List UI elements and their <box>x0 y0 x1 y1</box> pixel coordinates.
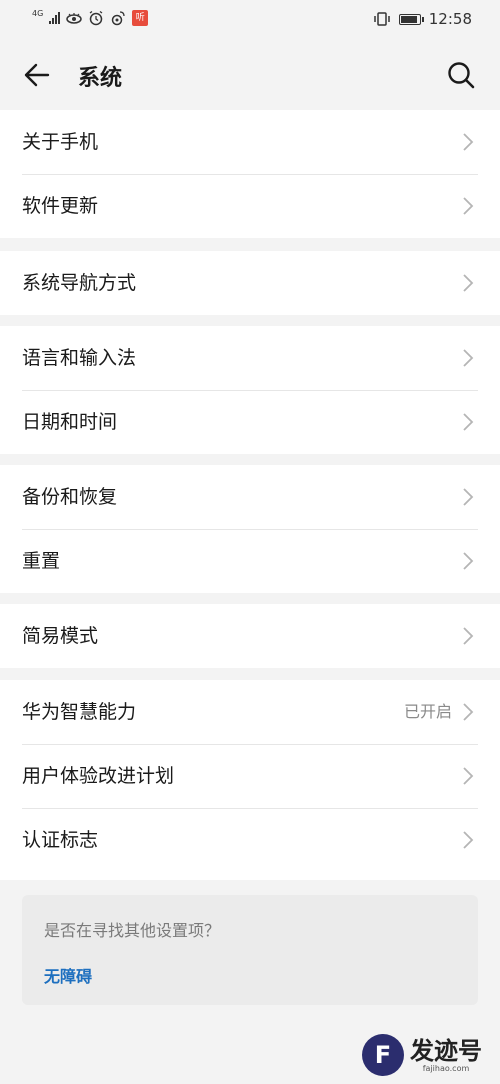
settings-item-reset[interactable]: 重置 <box>0 529 500 593</box>
settings-item-status: 已开启 <box>403 702 452 721</box>
status-bar: 4G 听 12:58 <box>0 0 500 42</box>
settings-item-label: 重置 <box>22 550 61 572</box>
chevron-right-icon <box>463 831 474 849</box>
network-type: 4G <box>32 9 44 18</box>
settings-item-backup-restore[interactable]: 备份和恢复 <box>0 465 500 529</box>
watermark-logo: F <box>362 1034 404 1076</box>
settings-item-label: 日期和时间 <box>22 411 118 433</box>
watermark-name: 发迹号 <box>410 1036 482 1065</box>
settings-item-huawei-intelligence[interactable]: 华为智慧能力 已开启 <box>0 680 500 744</box>
settings-item-label: 系统导航方式 <box>22 272 137 294</box>
settings-item-label: 备份和恢复 <box>22 486 118 508</box>
settings-group-backup: 备份和恢复 重置 <box>0 465 500 593</box>
settings-item-label: 认证标志 <box>22 829 99 851</box>
settings-item-language-input[interactable]: 语言和输入法 <box>0 326 500 390</box>
settings-item-certification[interactable]: 认证标志 <box>0 808 500 872</box>
back-arrow-icon[interactable] <box>22 60 52 90</box>
settings-item-label: 用户体验改进计划 <box>22 765 175 787</box>
chevron-right-icon <box>463 627 474 645</box>
settings-item-label: 简易模式 <box>22 625 99 647</box>
settings-group-language: 语言和输入法 日期和时间 <box>0 326 500 454</box>
suggestion-question: 是否在寻找其他设置项？ <box>44 921 221 940</box>
watermark: F 发迹号 fajihao.com <box>362 1034 482 1076</box>
chevron-right-icon <box>463 349 474 367</box>
accessibility-link[interactable]: 无障碍 <box>44 963 92 987</box>
chevron-right-icon <box>463 488 474 506</box>
watermark-domain: fajihao.com <box>422 1063 470 1073</box>
settings-item-simple-mode[interactable]: 简易模式 <box>0 604 500 668</box>
search-icon[interactable] <box>446 60 476 90</box>
chevron-right-icon <box>463 274 474 292</box>
settings-item-label: 软件更新 <box>22 195 99 217</box>
page-title: 系统 <box>78 66 123 91</box>
battery-icon <box>398 13 424 25</box>
listen-app-icon: 听 <box>132 10 149 26</box>
chevron-right-icon <box>463 552 474 570</box>
settings-item-label: 语言和输入法 <box>22 347 137 369</box>
eye-icon <box>66 13 83 24</box>
settings-item-date-time[interactable]: 日期和时间 <box>0 390 500 454</box>
settings-item-system-navigation[interactable]: 系统导航方式 <box>0 251 500 315</box>
signal-icon <box>49 12 61 24</box>
settings-group-navigation: 系统导航方式 <box>0 251 500 315</box>
status-right: 12:58 <box>373 10 472 28</box>
chevron-right-icon <box>463 413 474 431</box>
status-left: 4G 听 <box>32 9 149 26</box>
suggestion-card: 是否在寻找其他设置项？ 无障碍 <box>22 895 478 1005</box>
chevron-right-icon <box>463 767 474 785</box>
settings-group-about: 关于手机 软件更新 <box>0 110 500 238</box>
weibo-icon <box>112 11 125 26</box>
settings-item-about-phone[interactable]: 关于手机 <box>0 110 500 174</box>
chevron-right-icon <box>463 133 474 151</box>
chevron-right-icon <box>463 197 474 215</box>
watermark-text: 发迹号 fajihao.com <box>410 1038 482 1073</box>
alarm-icon <box>89 10 103 26</box>
settings-group-huawei: 华为智慧能力 已开启 用户体验改进计划 认证标志 <box>0 680 500 880</box>
app-bar: 系统 <box>0 42 500 108</box>
settings-group-simple-mode: 简易模式 <box>0 604 500 668</box>
vibrate-icon <box>374 12 390 26</box>
settings-item-label: 关于手机 <box>22 131 99 153</box>
settings-item-label: 华为智慧能力 <box>22 701 137 723</box>
settings-item-user-experience[interactable]: 用户体验改进计划 <box>0 744 500 808</box>
chevron-right-icon <box>463 703 474 721</box>
settings-item-software-update[interactable]: 软件更新 <box>0 174 500 238</box>
clock: 12:58 <box>428 10 472 28</box>
